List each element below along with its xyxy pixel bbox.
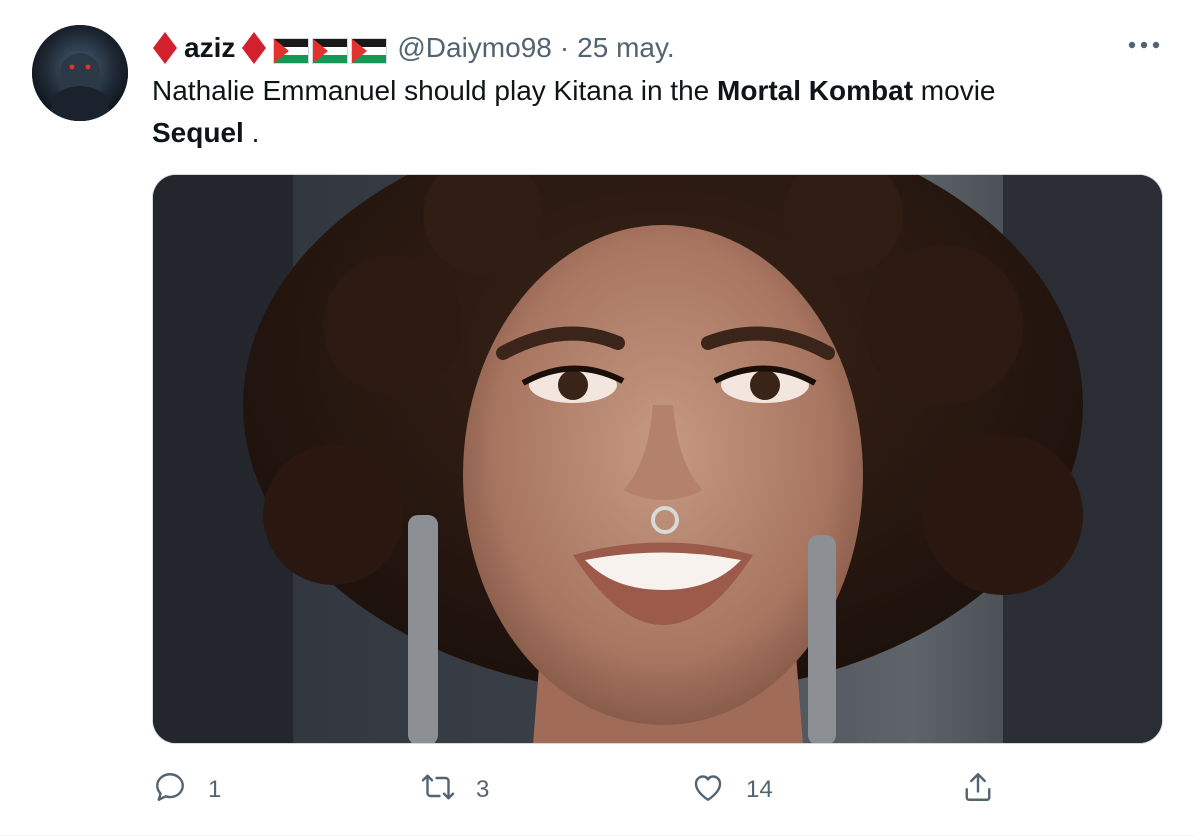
reply-count: 1 <box>208 776 222 803</box>
tweet-text-part: movie <box>913 75 996 106</box>
more-horizontal-icon <box>1128 36 1160 54</box>
retweet-count: 3 <box>476 776 490 803</box>
palestine-flag-icon <box>312 35 349 64</box>
tweet-actions: 1 3 14 <box>152 766 1012 814</box>
retweet-icon <box>420 769 456 812</box>
hashtag-mortal-kombat: Mortal Kombat <box>717 75 914 106</box>
hashtag-sequel: Sequel <box>152 117 244 148</box>
like-button[interactable]: 14 <box>690 766 773 814</box>
tweet-photo[interactable] <box>152 174 1163 744</box>
red-diamond-icon <box>241 31 267 65</box>
photo-image <box>153 175 1162 743</box>
tweet-text-part: . <box>243 117 260 148</box>
avatar[interactable] <box>32 25 128 121</box>
share-icon <box>960 769 996 812</box>
tweet[interactable]: aziz @Daiymo98 · 25 may. Nathalie Emmanu… <box>0 0 1194 836</box>
red-diamond-icon <box>152 31 178 65</box>
more-options-button[interactable] <box>1124 30 1164 60</box>
reply-icon <box>152 769 188 812</box>
palestine-flag-icon <box>273 35 310 64</box>
flags-group <box>273 35 388 64</box>
tweet-header: aziz @Daiymo98 · 25 may. <box>152 28 675 68</box>
tweet-text-part: Nathalie Emmanuel should play Kitana in … <box>152 75 718 106</box>
share-button[interactable] <box>960 766 996 814</box>
separator-dot: · <box>559 32 570 63</box>
tweet-date[interactable]: 25 may. <box>577 28 675 68</box>
retweet-button[interactable]: 3 <box>420 766 489 814</box>
heart-icon <box>690 769 726 812</box>
display-name[interactable]: aziz <box>184 28 235 68</box>
palestine-flag-icon <box>351 35 388 64</box>
user-handle[interactable]: @Daiymo98 <box>397 28 551 68</box>
tweet-text: Nathalie Emmanuel should play Kitana in … <box>152 70 1152 154</box>
like-count: 14 <box>746 776 773 803</box>
reply-button[interactable]: 1 <box>152 766 221 814</box>
